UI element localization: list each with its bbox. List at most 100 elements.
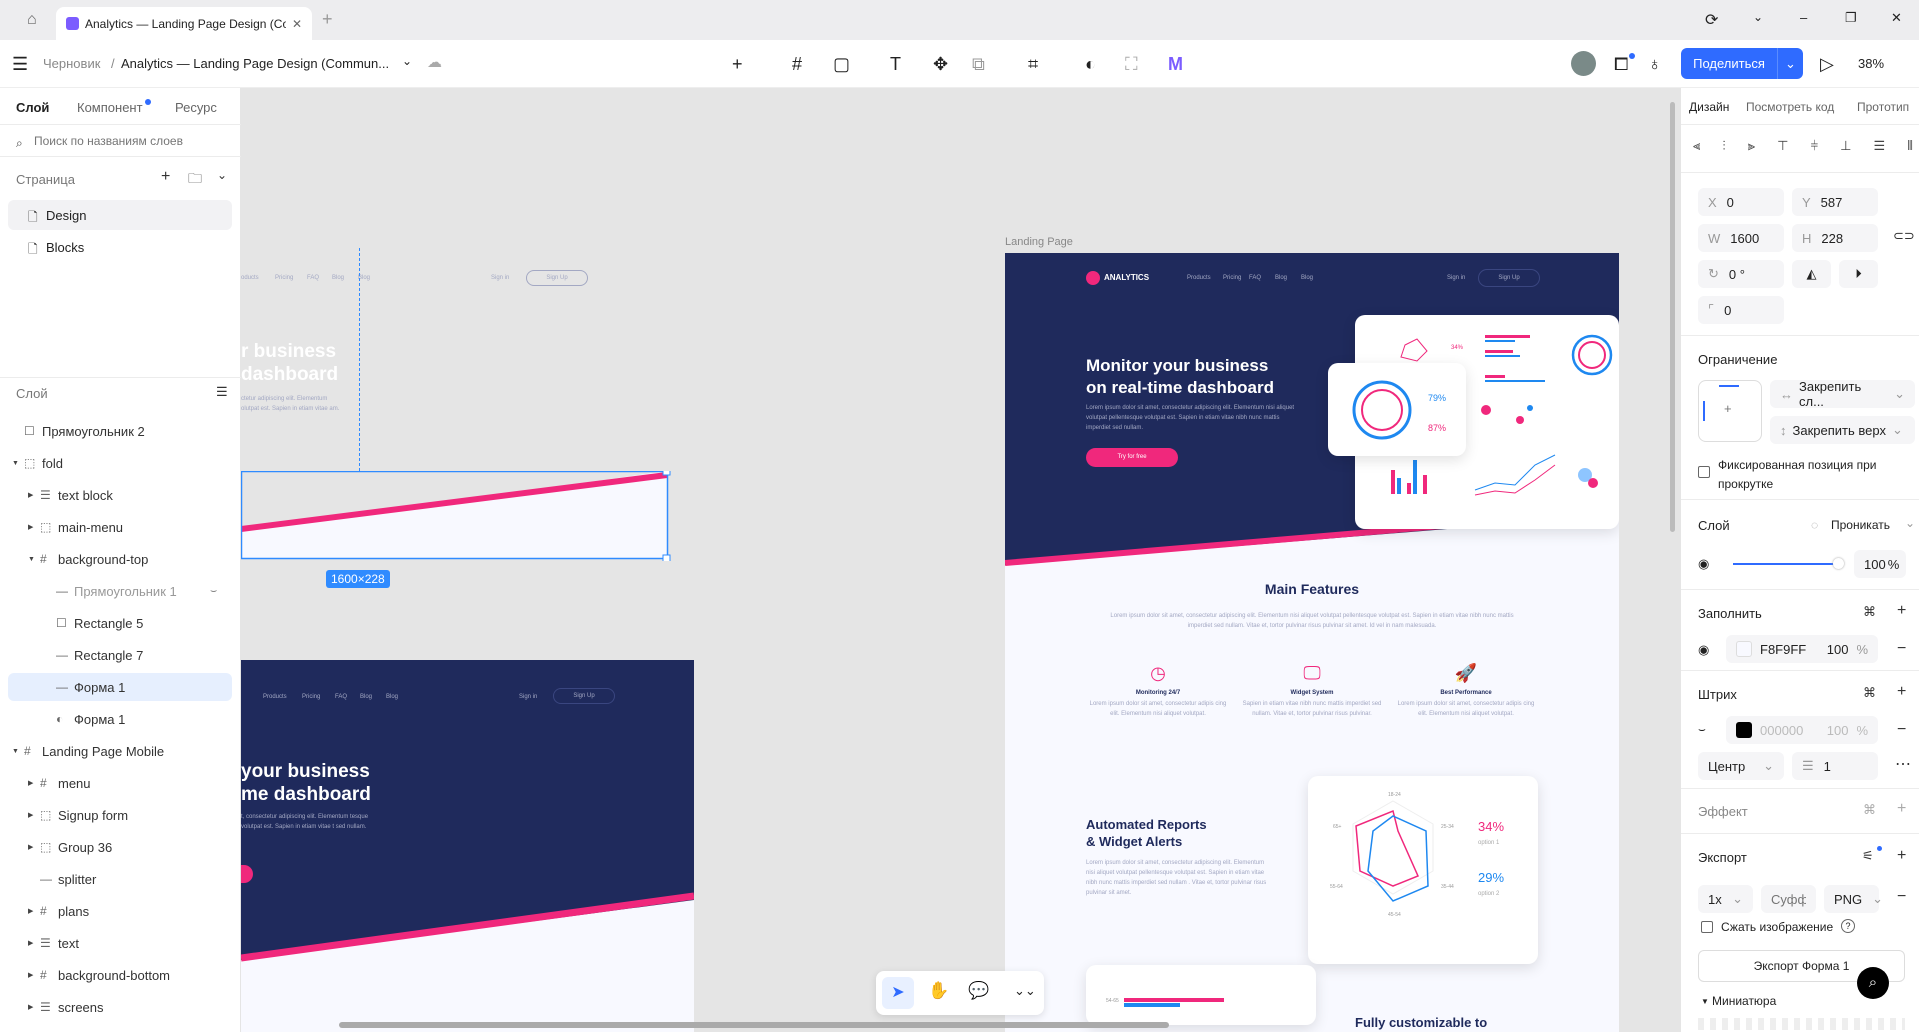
chevron-down-icon[interactable]: ⌄ — [1753, 10, 1763, 24]
hidden-eye-icon[interactable]: ⌣ — [210, 585, 217, 598]
tab-design[interactable]: Дизайн — [1689, 100, 1729, 114]
layer-item[interactable]: ▶ # background-bottom — [0, 961, 241, 989]
path-tool-icon[interactable]: ⌗ — [1028, 52, 1038, 76]
file-name[interactable]: Analytics — Landing Page Design (Commun.… — [121, 56, 389, 71]
flip-horizontal-button[interactable]: ◭ — [1792, 260, 1831, 288]
align-left-icon[interactable]: ⫷ — [1693, 138, 1700, 154]
export-scale-select[interactable]: 1x ⌄ — [1698, 885, 1753, 913]
chevron-down-icon[interactable]: ⌄ — [1905, 516, 1915, 530]
caret-down-icon[interactable]: ▼ — [12, 460, 19, 467]
remove-export-icon[interactable]: − — [1897, 888, 1906, 906]
thumbnail-header[interactable]: Миниатюра — [1712, 994, 1776, 1008]
collapse-all-icon[interactable]: ☰ — [216, 384, 228, 400]
frame-label[interactable]: Landing Page — [1005, 236, 1073, 248]
share-button[interactable]: Поделиться ⌄ — [1681, 48, 1803, 79]
selected-shape-forma-1[interactable] — [241, 471, 671, 561]
landing-page-frame[interactable]: ANALYTICS Products Pricing FAQ Blog Blog… — [1005, 253, 1619, 1032]
chevron-down-icon[interactable]: ⌄ — [1777, 48, 1803, 79]
zoom-level[interactable]: 38% — [1858, 56, 1884, 71]
eye-icon[interactable]: ◉ — [1698, 642, 1709, 658]
add-page-icon[interactable]: + — [161, 168, 170, 186]
layer-item[interactable]: ▶ ☰ text block — [0, 481, 241, 509]
canvas[interactable]: oducts Pricing FAQ Blog Blog Sign in Sig… — [241, 88, 1680, 1032]
x-field[interactable]: X0 — [1698, 188, 1784, 216]
browser-tab[interactable]: Analytics — Landing Page Design (Cor ✕ — [56, 7, 312, 40]
add-stroke-icon[interactable]: + — [1897, 683, 1906, 701]
caret-right-icon[interactable]: ▶ — [28, 523, 33, 531]
caret-right-icon[interactable]: ▶ — [28, 779, 33, 787]
remove-stroke-icon[interactable]: − — [1897, 721, 1906, 739]
caret-down-icon[interactable]: ▼ — [12, 748, 19, 755]
layer-item[interactable]: ☐ Прямоугольник 2 — [0, 417, 241, 445]
caret-down-icon[interactable]: ▼ — [1701, 997, 1709, 1006]
more-icon[interactable]: ⋯ — [1895, 754, 1911, 774]
caret-right-icon[interactable]: ▶ — [28, 939, 33, 947]
chevron-down-icon[interactable]: ⌄ — [402, 54, 412, 68]
caret-right-icon[interactable]: ▶ — [28, 811, 33, 819]
layer-item[interactable]: — Прямоугольник 1 ⌣ — [0, 577, 241, 605]
ai-plugin-icon[interactable]: M — [1168, 52, 1183, 76]
height-field[interactable]: H 228 — [1792, 224, 1878, 252]
add-fill-icon[interactable]: + — [1897, 602, 1906, 620]
vertical-scrollbar[interactable] — [1670, 102, 1675, 532]
horizontal-scrollbar[interactable] — [339, 1022, 1169, 1028]
component-tool-icon[interactable]: ✥ — [933, 52, 948, 76]
layer-item[interactable]: ☐ Rectangle 5 — [0, 609, 241, 637]
distribute-v-icon[interactable]: ☰ — [1874, 138, 1886, 154]
opacity-field[interactable]: 100% — [1854, 550, 1906, 578]
styles-icon[interactable]: ⌘ — [1863, 802, 1876, 818]
layer-item[interactable]: ▶ ☰ text — [0, 929, 241, 957]
layer-item[interactable]: ▶ ⬚ main-menu — [0, 513, 241, 541]
layer-item[interactable]: — splitter — [0, 865, 241, 893]
opacity-slider-handle[interactable] — [1833, 558, 1844, 569]
boolean-tool-icon[interactable]: ⧉ — [972, 52, 985, 76]
tab-components[interactable]: Компонент — [77, 100, 143, 115]
rotation-field[interactable]: ↻ 0 ° — [1698, 260, 1784, 288]
layer-item[interactable]: ▶ # plans — [0, 897, 241, 925]
add-icon[interactable]: + — [732, 52, 743, 76]
align-right-icon[interactable]: ⫸ — [1748, 138, 1755, 154]
align-top-icon[interactable]: ⊤ — [1777, 138, 1788, 154]
fill-row[interactable]: F8F9FF 100% — [1726, 635, 1878, 663]
mask-tool-icon[interactable]: ◐ — [1085, 52, 1096, 76]
lightbulb-icon[interactable]: ♁ — [1648, 52, 1662, 76]
layer-item[interactable]: ▶ ⬚ Signup form — [0, 801, 241, 829]
layer-item[interactable]: ▼ ⬚ fold — [0, 449, 241, 477]
home-icon[interactable]: ⌂ — [27, 11, 37, 29]
text-tool-icon[interactable]: T — [890, 52, 901, 76]
hand-tool-icon[interactable]: ✋ — [928, 981, 949, 1001]
align-bottom-icon[interactable]: ⊥ — [1840, 138, 1851, 154]
frame-tool-icon[interactable]: # — [792, 52, 802, 76]
caret-right-icon[interactable]: ▶ — [28, 1003, 33, 1011]
align-middle-icon[interactable]: ⫩ — [1811, 138, 1818, 154]
corner-radius-field[interactable]: ⌜ 0 — [1698, 296, 1784, 324]
fixed-position-checkbox[interactable] — [1698, 466, 1710, 478]
tab-layers[interactable]: Слой — [16, 100, 49, 115]
styles-icon[interactable]: ⌘ — [1863, 685, 1876, 701]
add-export-icon[interactable]: + — [1897, 847, 1906, 865]
opacity-slider[interactable] — [1733, 563, 1838, 565]
help-icon[interactable]: ? — [1841, 919, 1855, 933]
chevron-down-icon[interactable]: ⌄ — [217, 168, 227, 182]
breadcrumb-root[interactable]: Черновик — [43, 56, 100, 71]
layer-item[interactable]: ▼ # background-top — [0, 545, 241, 573]
blend-mode-select[interactable]: Проникать — [1831, 518, 1890, 532]
compress-checkbox[interactable] — [1701, 921, 1713, 933]
caret-right-icon[interactable]: ▶ — [28, 491, 33, 499]
export-suffix-input[interactable] — [1761, 885, 1816, 913]
flip-vertical-button[interactable]: ⏵ — [1839, 260, 1878, 288]
layer-item[interactable]: ▼ # Landing Page Mobile — [0, 737, 241, 765]
export-settings-icon[interactable]: ⚟ — [1862, 848, 1874, 864]
add-effect-icon[interactable]: + — [1897, 800, 1906, 818]
pointer-tool-icon[interactable]: ➤ — [882, 977, 914, 1009]
tab-prototype[interactable]: Прототип — [1857, 100, 1909, 114]
new-tab-button[interactable]: + — [322, 9, 333, 30]
layer-item[interactable]: — Форма 1 — [8, 673, 232, 701]
layer-item[interactable]: ◐ Форма 1 — [0, 705, 241, 733]
folder-icon[interactable]: 🗀 — [188, 168, 202, 192]
y-field[interactable]: Y 587 — [1792, 188, 1878, 216]
layer-search-input[interactable] — [34, 134, 234, 148]
comment-tool-icon[interactable]: 💬 — [968, 981, 989, 1001]
distribute-h-icon[interactable]: ⦀ — [1907, 138, 1913, 154]
reload-icon[interactable]: ⟳ — [1705, 10, 1718, 30]
